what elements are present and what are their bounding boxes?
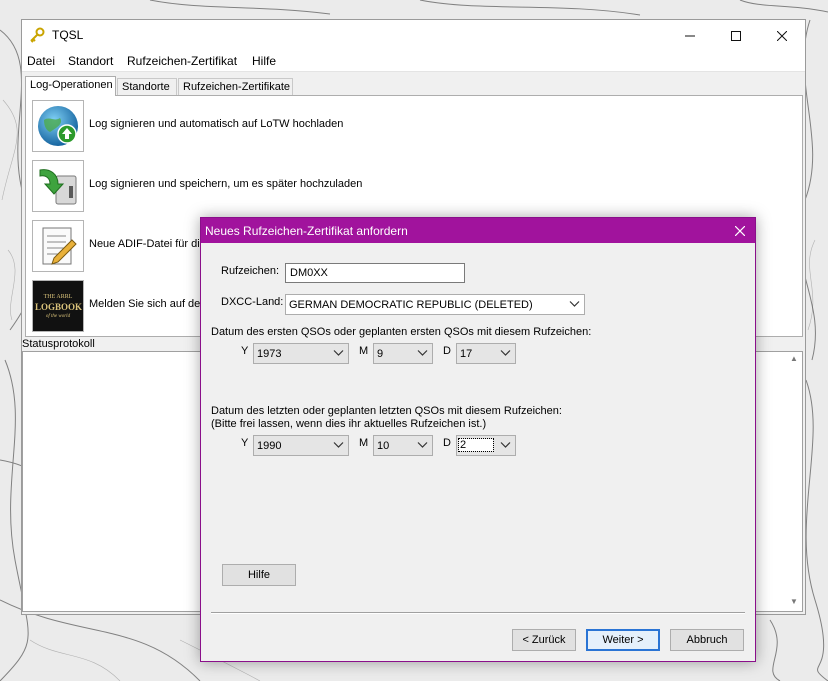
close-button[interactable] [759,20,805,51]
operation-label: Log signieren und speichern, um es späte… [89,178,363,190]
last-month-label: M [359,437,369,449]
menu-hilfe[interactable]: Hilfe [252,54,276,68]
minimize-button[interactable] [667,20,713,51]
first-year-value: 1973 [257,348,282,360]
first-year-select[interactable]: 1973 [253,343,349,364]
title-bar: TQSL [22,20,805,51]
minimize-icon [685,35,695,36]
first-month-select[interactable]: 9 [373,343,433,364]
last-month-select[interactable]: 10 [373,435,433,456]
first-month-value: 9 [377,348,384,360]
menu-rufzeichen-zertifikat[interactable]: Rufzeichen-Zertifikat [127,54,237,68]
dxcc-select[interactable]: GERMAN DEMOCRATIC REPUBLIC (DELETED) [285,294,585,315]
close-icon [777,30,787,41]
back-button[interactable]: < Zurück [512,629,576,651]
tab-rufzeichen-zertifikate[interactable]: Rufzeichen-Zertifikate [178,78,293,95]
callsign-label: Rufzeichen: [221,265,280,277]
first-day-select[interactable]: 17 [456,343,516,364]
next-button[interactable]: Weiter > [586,629,660,651]
new-callsign-certificate-dialog: Neues Rufzeichen-Zertifikat anfordern Ru… [200,217,756,662]
first-day-value: 17 [460,348,473,360]
window-title: TQSL [52,28,84,42]
menu-datei[interactable]: Datei [27,54,55,68]
first-month-label: M [359,345,369,357]
operation-label: Melden Sie sich auf der L [89,298,214,310]
first-qso-label: Datum des ersten QSOs oder geplanten ers… [211,326,592,338]
dialog-title: Neues Rufzeichen-Zertifikat anfordern [205,224,408,238]
logbook-logo-icon: THE ARRL LOGBOOK of the world [32,280,84,332]
dialog-title-bar: Neues Rufzeichen-Zertifikat anfordern [201,218,755,243]
globe-upload-icon [32,100,84,152]
tab-standorte[interactable]: Standorte [117,78,177,95]
first-year-label: Y [241,345,249,357]
chevron-down-icon [569,301,580,307]
last-year-value: 1990 [257,440,282,452]
chevron-down-icon [500,350,511,356]
chevron-down-icon [500,442,511,448]
first-day-label: D [443,345,451,357]
chevron-down-icon [417,442,428,448]
key-icon [30,27,45,43]
operation-label: Neue ADIF-Datei für die [89,238,206,250]
chevron-down-icon [333,442,344,448]
help-button[interactable]: Hilfe [222,564,296,586]
tab-log-operationen[interactable]: Log-Operationen [25,76,116,96]
scroll-down-icon[interactable]: ▼ [788,597,800,609]
edit-document-icon [32,220,84,272]
callsign-input[interactable] [285,263,465,283]
logo-text-top: THE ARRL [43,293,73,300]
menu-bar: Datei Standort Rufzeichen-Zertifikat Hil… [22,51,805,72]
chevron-down-icon [333,350,344,356]
maximize-icon [731,30,741,41]
dialog-close-button[interactable] [725,218,755,243]
scroll-up-icon[interactable]: ▲ [788,354,800,366]
dxcc-label: DXCC-Land: [221,296,284,308]
cancel-button[interactable]: Abbruch [670,629,744,651]
last-day-label: D [443,437,451,449]
dialog-separator [211,612,745,614]
logo-text-sub: of the world [45,313,71,319]
last-day-select[interactable]: 2 [456,435,516,456]
last-month-value: 10 [377,440,390,452]
last-year-select[interactable]: 1990 [253,435,349,456]
chevron-down-icon [417,350,428,356]
maximize-button[interactable] [713,20,759,51]
last-day-value: 2 [458,438,494,452]
last-year-label: Y [241,437,249,449]
close-icon [735,225,745,236]
operation-label: Log signieren und automatisch auf LoTW h… [89,118,344,130]
menu-standort[interactable]: Standort [68,54,113,68]
status-log-label: Statusprotokoll [22,338,95,350]
dxcc-value: GERMAN DEMOCRATIC REPUBLIC (DELETED) [289,299,533,311]
last-qso-label: Datum des letzten oder geplanten letzten… [211,405,562,417]
save-arrow-icon [32,160,84,212]
logo-text-main: LOGBOOK [35,301,83,312]
last-qso-hint: (Bitte frei lassen, wenn dies ihr aktuel… [211,418,487,430]
